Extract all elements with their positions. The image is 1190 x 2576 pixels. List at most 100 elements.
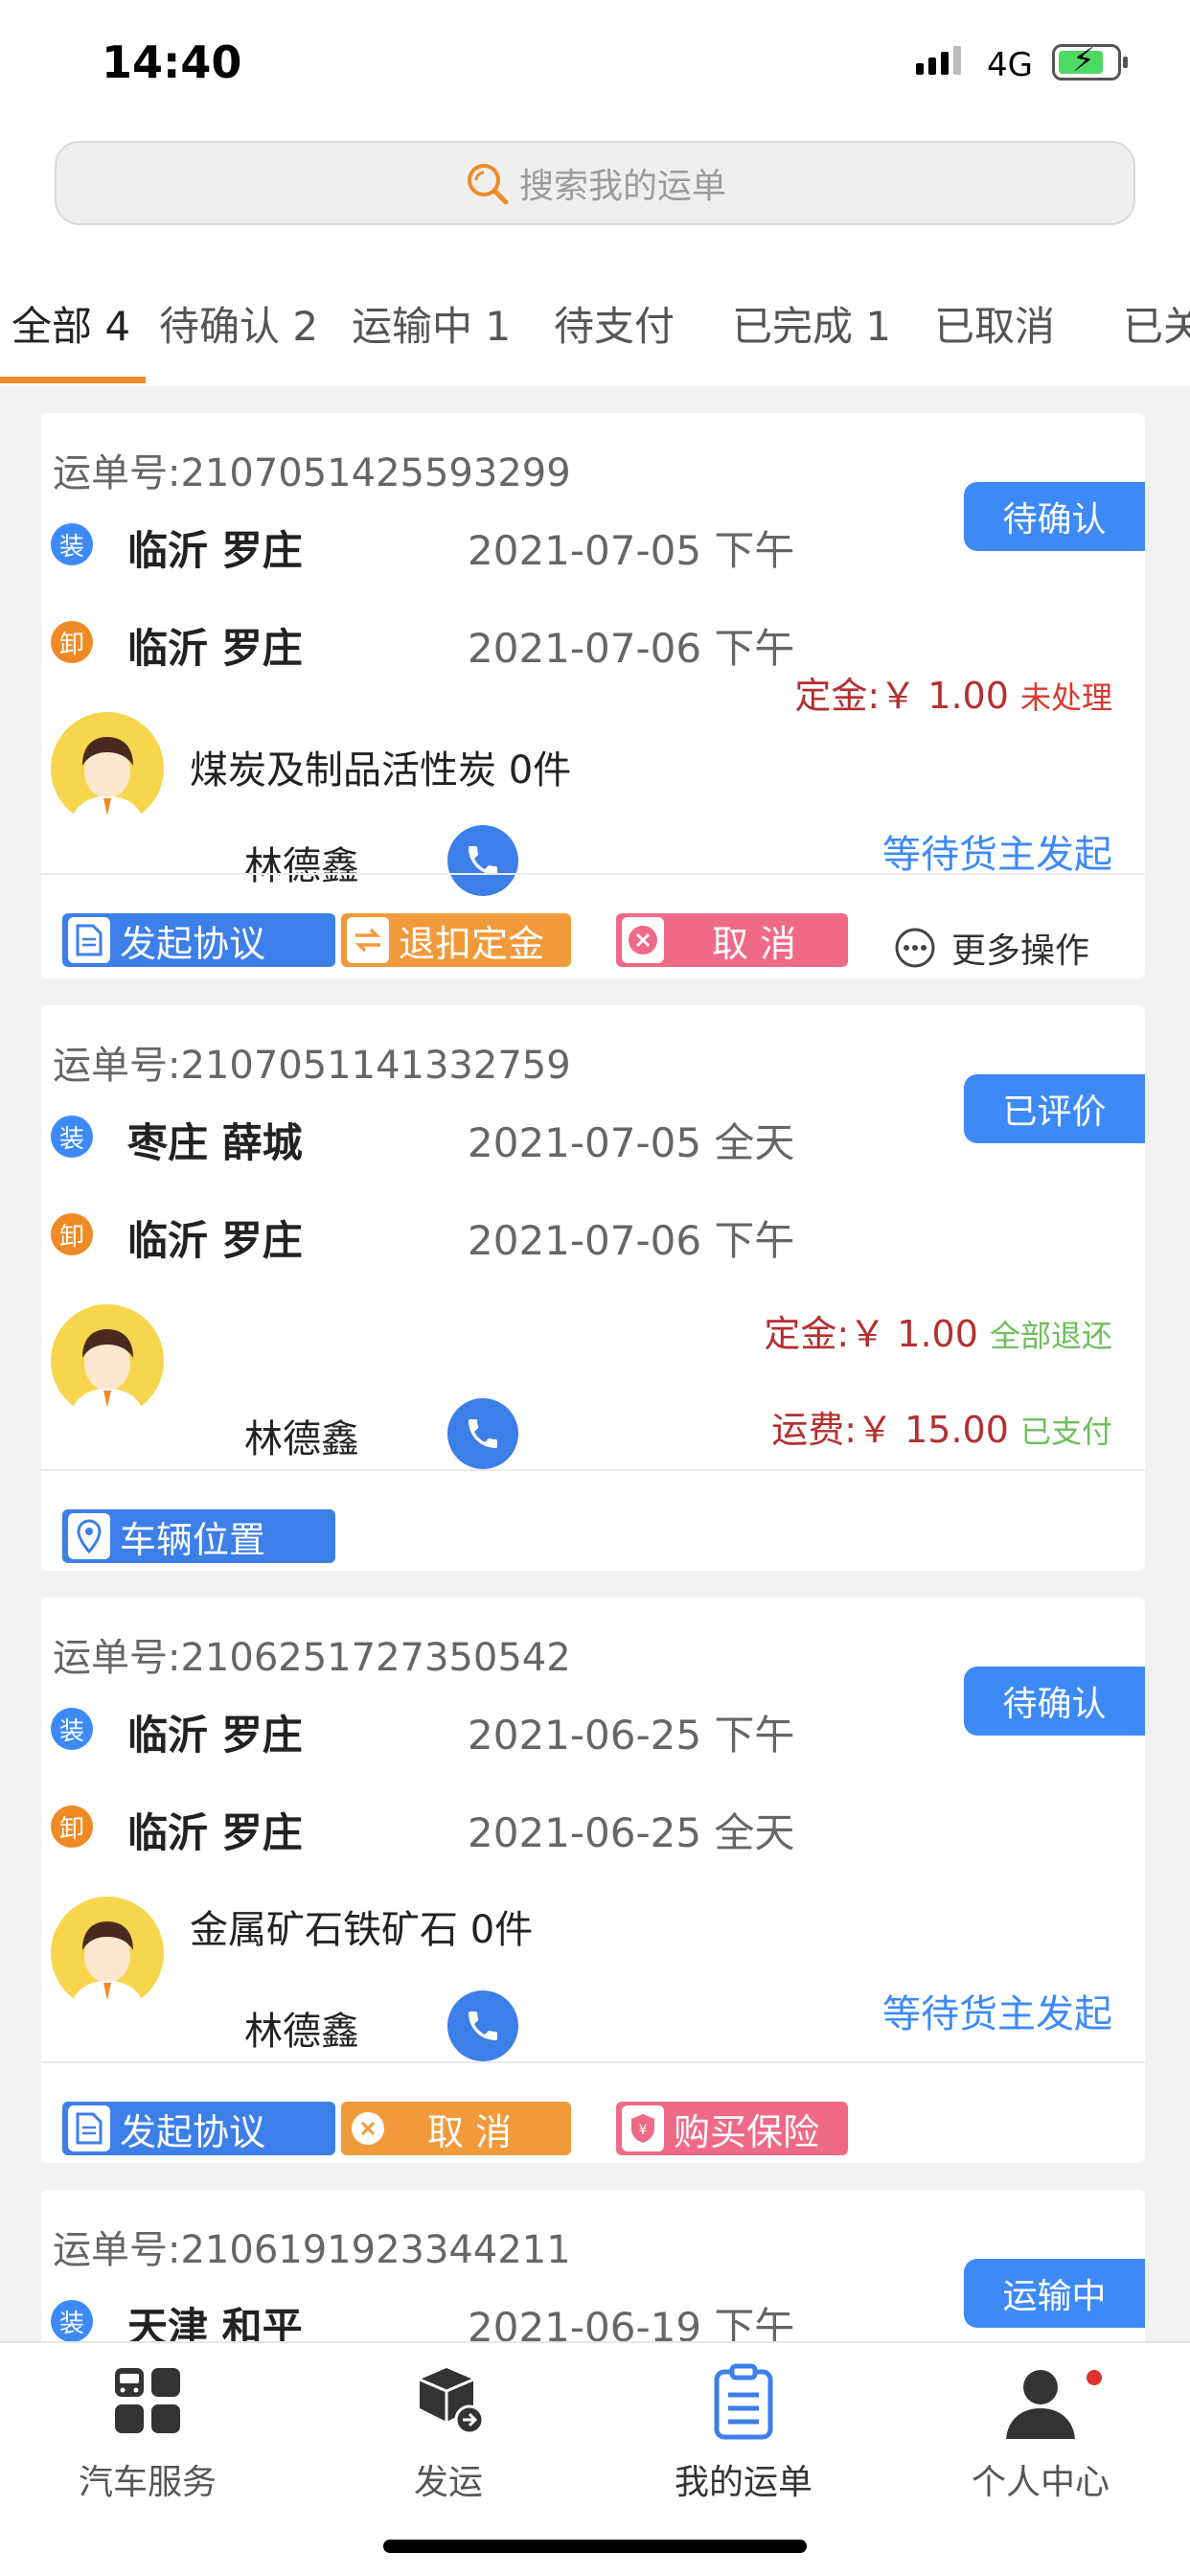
deposit-info: 定金:￥ 1.00 全部退还 — [764, 1304, 1112, 1357]
order-card[interactable]: 运单号:2107051141332759 已评价 装 枣庄 薛城 2021-07… — [41, 1005, 1145, 1571]
card-divider — [41, 2061, 1145, 2063]
buy-insurance-button[interactable]: ¥ 购买保险 — [616, 2102, 848, 2155]
search-placeholder: 搜索我的运单 — [518, 167, 726, 206]
tab-ship[interactable]: 发运 — [353, 2362, 544, 2504]
cancel-button[interactable]: 取 消 — [341, 2102, 571, 2155]
card-divider — [41, 1469, 1145, 1471]
tab-label: 发运 — [413, 2463, 483, 2502]
action-label: 取 消 — [712, 922, 797, 965]
initiate-agreement-button[interactable]: 发起协议 — [62, 913, 335, 967]
tab-in-transit[interactable]: 运输中 1 — [352, 294, 511, 353]
phone-call-button[interactable] — [447, 825, 518, 896]
phone-icon — [469, 1419, 497, 1448]
cancel-button[interactable]: 取 消 — [616, 913, 848, 967]
more-actions-label: 更多操作 — [951, 932, 1090, 971]
status-badge: 已评价 — [964, 1074, 1145, 1143]
location-icon — [68, 1513, 110, 1559]
load-city: 临沂 罗庄 — [127, 527, 303, 574]
load-date: 2021-07-05 全天 — [468, 1119, 795, 1166]
avatar — [51, 1304, 164, 1417]
order-card[interactable]: 运单号:2106191923344211 运输中 装 天津 和平 2021-06… — [41, 2190, 1145, 2341]
initiate-agreement-button[interactable]: 发起协议 — [62, 2102, 335, 2155]
vehicle-location-button[interactable]: 车辆位置 — [62, 1509, 335, 1563]
action-label: 发起协议 — [120, 2110, 266, 2153]
avatar — [51, 1897, 164, 2010]
unload-mark-icon: 卸 — [51, 1213, 93, 1255]
signal-icon — [916, 46, 961, 75]
load-city: 临沂 罗庄 — [127, 1712, 303, 1759]
box-ship-icon — [419, 2368, 485, 2435]
more-dots-icon — [895, 928, 935, 968]
network-label: 4G — [987, 46, 1033, 84]
unload-date: 2021-07-06 下午 — [468, 625, 795, 672]
freight-info: 运费:￥ 15.00 已支付 — [771, 1400, 1112, 1453]
search-input[interactable]: 搜索我的运单 — [55, 141, 1135, 225]
driver-name: 林德鑫 — [244, 2010, 359, 2054]
order-number: 运单号:2107051425593299 — [53, 451, 571, 495]
waiting-status: 等待货主发起 — [882, 833, 1112, 877]
tab-my-orders[interactable]: 我的运单 — [648, 2362, 839, 2504]
home-indicator — [383, 2540, 807, 2553]
phone-call-button[interactable] — [447, 1398, 518, 1469]
load-city: 枣庄 薛城 — [127, 1119, 303, 1166]
tab-completed[interactable]: 已完成 1 — [732, 294, 891, 353]
active-tab-indicator — [0, 377, 146, 383]
order-number: 运单号:2106251727350542 — [53, 1636, 571, 1680]
order-card[interactable]: 运单号:2107051425593299 待确认 装 临沂 罗庄 2021-07… — [41, 413, 1145, 978]
user-icon — [1006, 2370, 1075, 2439]
status-tabs: 全部 4 待确认 2 运输中 1 待支付 已完成 1 已取消 已关 — [0, 244, 1190, 386]
order-card[interactable]: 运单号:2106251727350542 待确认 装 临沂 罗庄 2021-06… — [41, 1598, 1145, 2163]
deposit-amount: 定金:￥ 1.00 — [764, 1313, 978, 1355]
load-city: 天津 和平 — [127, 2304, 303, 2341]
goods-info: 金属矿石铁矿石 0件 — [190, 1908, 534, 1952]
load-mark-icon: 装 — [51, 1708, 93, 1750]
cancel-circle-icon — [347, 2105, 389, 2151]
deposit-state: 未处理 — [1019, 679, 1112, 716]
status-badge: 运输中 — [964, 2259, 1145, 2328]
goods-info: 煤炭及制品活性炭 0件 — [190, 748, 572, 793]
status-bar: 14:40 4G ⚡ — [0, 0, 1190, 129]
exchange-icon — [347, 917, 389, 963]
unload-city: 临沂 罗庄 — [127, 1809, 303, 1856]
action-label: 车辆位置 — [120, 1518, 266, 1561]
tab-all[interactable]: 全部 4 — [11, 294, 130, 353]
tab-personal-center[interactable]: 个人中心 — [945, 2362, 1136, 2504]
status-badge: 待确认 — [964, 482, 1145, 551]
deposit-amount: 定金:￥ 1.00 — [794, 675, 1009, 717]
load-date: 2021-06-25 下午 — [468, 1712, 795, 1759]
deposit-state: 全部退还 — [989, 1318, 1112, 1354]
load-date: 2021-06-19 下午 — [468, 2304, 795, 2341]
order-number: 运单号:2107051141332759 — [53, 1044, 571, 1088]
phone-call-button[interactable] — [447, 1990, 518, 2061]
load-mark-icon: 装 — [51, 523, 93, 565]
document-icon — [68, 2105, 110, 2151]
clipboard-icon — [714, 2363, 773, 2440]
phone-icon — [469, 2012, 497, 2040]
refund-deposit-button[interactable]: 退扣定金 — [341, 913, 571, 967]
document-icon — [68, 917, 110, 963]
unload-city: 临沂 罗庄 — [127, 625, 303, 672]
deposit-info: 定金:￥ 1.00 未处理 — [794, 666, 1112, 719]
tab-label: 我的运单 — [674, 2463, 812, 2502]
cancel-circle-icon — [622, 917, 664, 963]
freight-amount: 运费:￥ 15.00 — [771, 1409, 1009, 1451]
action-label: 发起协议 — [120, 922, 266, 965]
action-label: 取 消 — [427, 2110, 513, 2153]
status-badge: 待确认 — [964, 1667, 1145, 1736]
tab-label: 汽车服务 — [78, 2463, 217, 2502]
tab-car-service[interactable]: 汽车服务 — [52, 2362, 243, 2504]
bottom-tab-bar: 汽车服务 发运 我的运单 个人中心 — [0, 2341, 1190, 2576]
unload-city: 临沂 罗庄 — [127, 1217, 303, 1264]
tab-pending-payment[interactable]: 待支付 — [554, 294, 675, 353]
tab-pending-confirm[interactable]: 待确认 2 — [159, 294, 318, 353]
order-list[interactable]: 运单号:2107051425593299 待确认 装 临沂 罗庄 2021-07… — [0, 386, 1190, 2341]
tab-closed[interactable]: 已关 — [1123, 294, 1190, 353]
unload-mark-icon: 卸 — [51, 1806, 93, 1848]
svg-text:¥: ¥ — [639, 2123, 648, 2138]
card-divider — [41, 873, 1145, 875]
freight-state: 已支付 — [1019, 1414, 1112, 1450]
battery-icon: ⚡ — [1052, 41, 1128, 80]
load-date: 2021-07-05 下午 — [468, 527, 795, 574]
more-actions-button[interactable]: 更多操作 — [894, 923, 1089, 973]
tab-cancelled[interactable]: 已取消 — [934, 294, 1055, 353]
